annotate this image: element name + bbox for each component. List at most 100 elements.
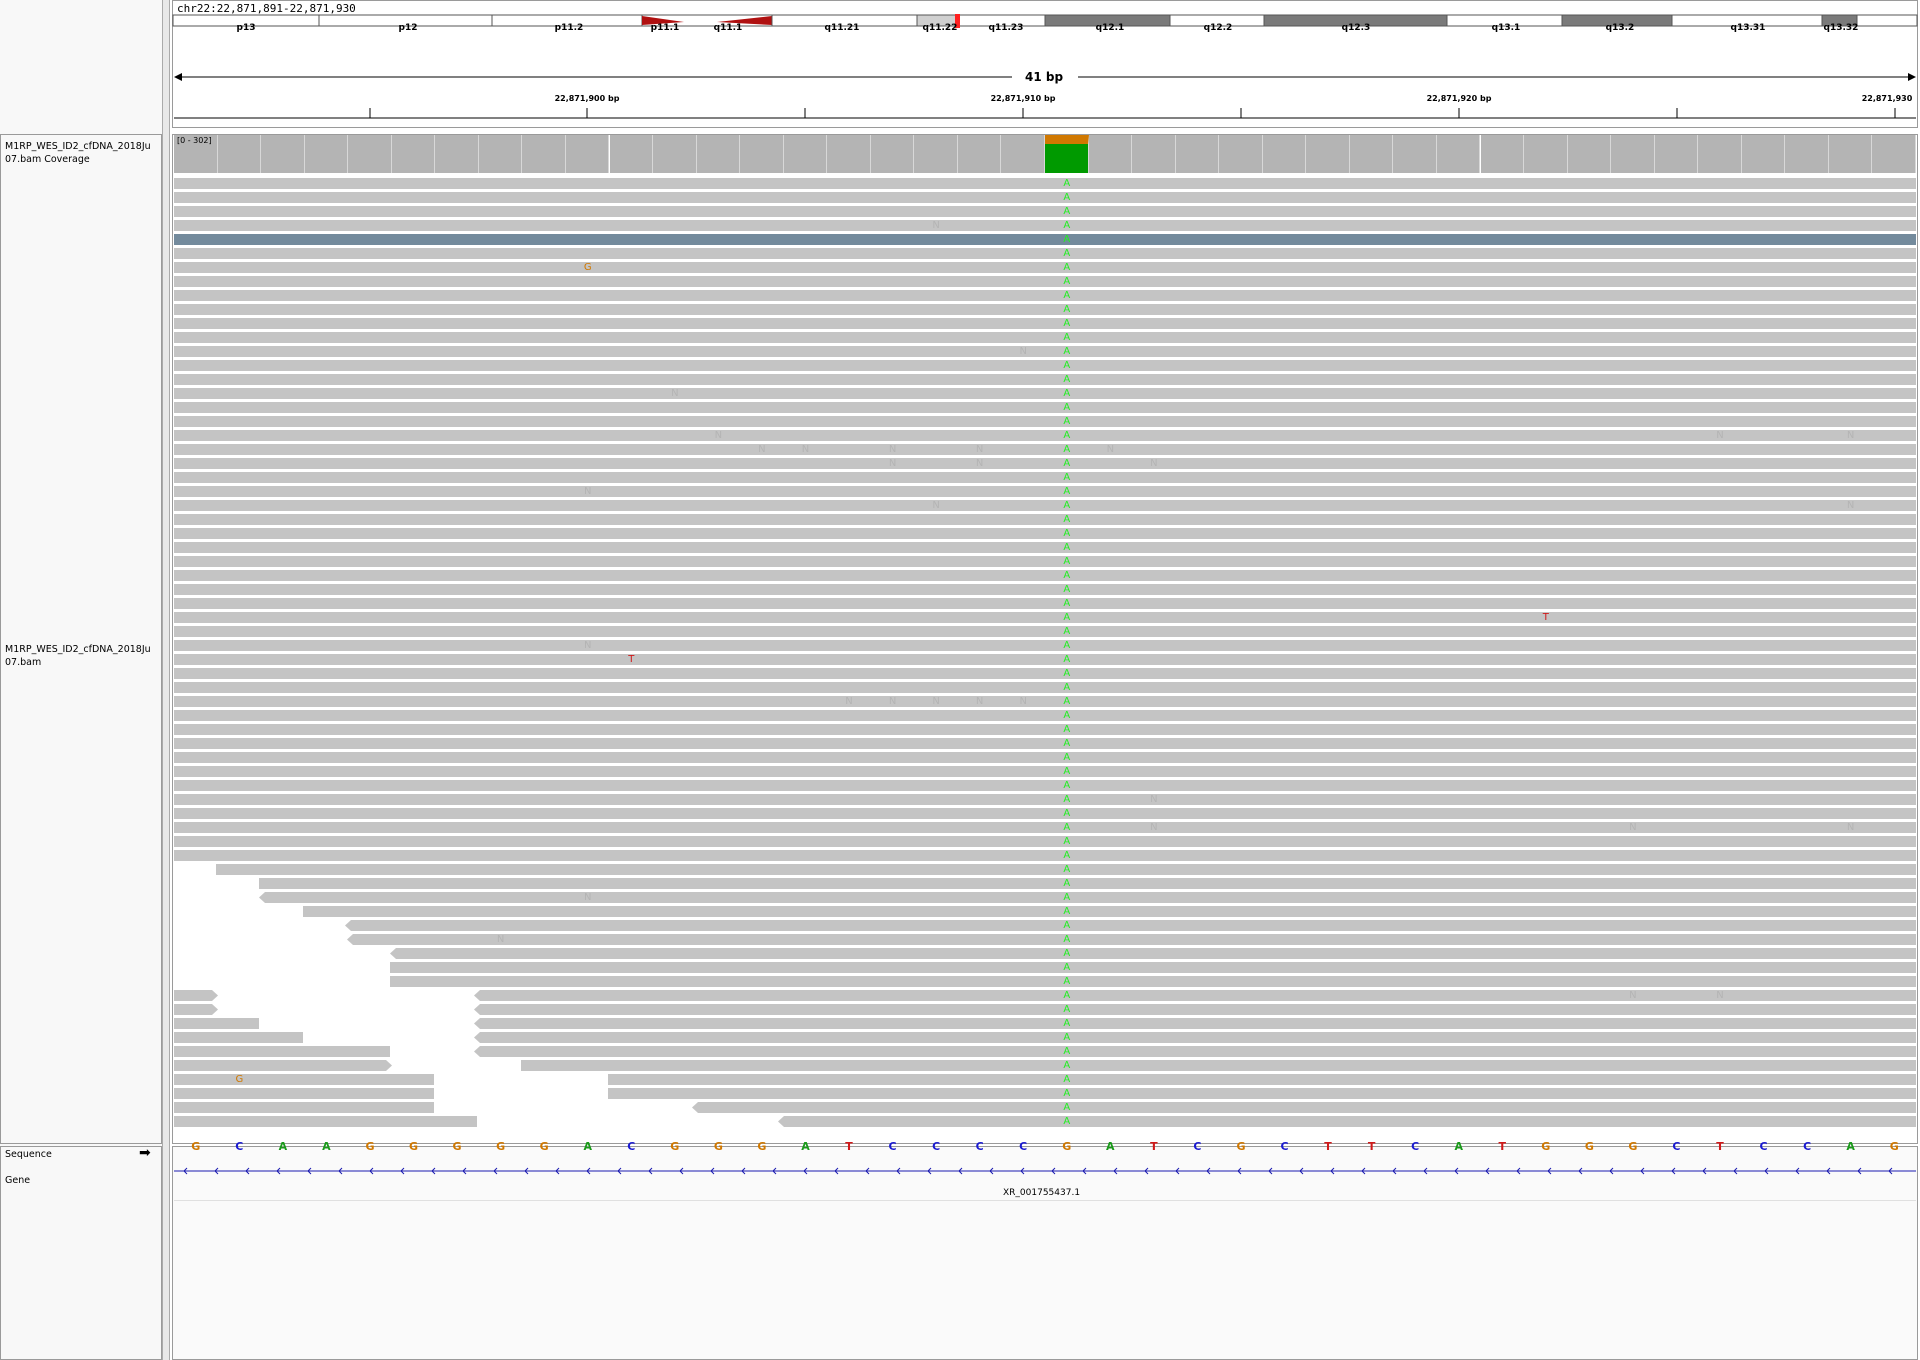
read[interactable] — [347, 934, 1916, 945]
read[interactable] — [174, 486, 1916, 497]
read[interactable] — [174, 836, 1916, 847]
n-base: N — [1106, 444, 1115, 455]
read[interactable] — [174, 654, 1916, 665]
sequence-base: G — [670, 1140, 680, 1153]
read[interactable] — [174, 374, 1916, 385]
sequence-base: T — [1324, 1140, 1332, 1153]
read[interactable] — [174, 584, 1916, 595]
read[interactable] — [174, 416, 1916, 427]
read[interactable] — [174, 318, 1916, 329]
read[interactable] — [474, 1046, 1916, 1057]
read[interactable] — [174, 514, 1916, 525]
gene-track-label[interactable]: Gene — [5, 1174, 30, 1187]
read[interactable] — [174, 1046, 390, 1057]
read[interactable] — [174, 738, 1916, 749]
read[interactable] — [174, 1102, 434, 1113]
read[interactable] — [174, 766, 1916, 777]
read[interactable] — [174, 290, 1916, 301]
read[interactable] — [174, 724, 1916, 735]
read[interactable] — [174, 682, 1916, 693]
read[interactable] — [174, 192, 1916, 203]
read[interactable] — [174, 808, 1916, 819]
gene-name[interactable]: XR_001755437.1 — [1003, 1188, 1080, 1198]
read[interactable] — [174, 346, 1916, 357]
read[interactable] — [174, 850, 1916, 861]
read[interactable] — [345, 920, 1916, 931]
read[interactable] — [259, 878, 1916, 889]
alignment-track-label[interactable]: M1RP_WES_ID2_cfDNA_2018Ju 07.bam — [5, 643, 151, 669]
n-base: N — [1150, 458, 1158, 469]
read[interactable] — [174, 500, 1916, 511]
read[interactable] — [174, 360, 1916, 371]
coverage-track-label[interactable]: M1RP_WES_ID2_cfDNA_2018Ju 07.bam Coverag… — [5, 140, 151, 166]
read[interactable] — [174, 1032, 303, 1043]
read[interactable] — [174, 262, 1916, 273]
read[interactable] — [390, 962, 1916, 973]
read[interactable] — [174, 822, 1916, 833]
strand-arrow-icon[interactable]: ➡ — [139, 1145, 151, 1161]
read[interactable] — [778, 1116, 1916, 1127]
read[interactable] — [474, 1018, 1916, 1029]
panel-divider[interactable] — [162, 0, 170, 1360]
variant-base: A — [1063, 556, 1071, 567]
read[interactable] — [174, 794, 1916, 805]
read[interactable] — [174, 640, 1916, 651]
read[interactable] — [174, 626, 1916, 637]
read[interactable] — [174, 206, 1916, 217]
read[interactable] — [174, 444, 1916, 455]
read[interactable] — [174, 556, 1916, 567]
read[interactable] — [390, 976, 1916, 987]
read[interactable] — [174, 696, 1916, 707]
read[interactable] — [174, 1060, 392, 1071]
read[interactable] — [174, 668, 1916, 679]
read[interactable] — [174, 1018, 259, 1029]
sequence-base: G — [191, 1140, 201, 1153]
read[interactable] — [174, 220, 1916, 231]
read[interactable] — [303, 906, 1916, 917]
mismatch-base: G — [583, 262, 592, 273]
read[interactable] — [608, 1088, 1916, 1099]
read[interactable] — [174, 304, 1916, 315]
read[interactable] — [692, 1102, 1916, 1113]
read[interactable] — [521, 1060, 1916, 1071]
read[interactable] — [474, 1004, 1916, 1015]
read[interactable] — [174, 402, 1916, 413]
read[interactable] — [390, 948, 1916, 959]
read[interactable] — [259, 892, 1916, 903]
read[interactable] — [174, 710, 1916, 721]
chromosome-ideogram[interactable] — [172, 14, 1918, 28]
read[interactable] — [174, 612, 1916, 623]
sequence-base: A — [583, 1140, 592, 1153]
variant-base: A — [1063, 472, 1071, 483]
read[interactable] — [174, 528, 1916, 539]
read[interactable] — [174, 780, 1916, 791]
read[interactable] — [174, 1074, 434, 1085]
sequence-base: C — [932, 1140, 941, 1153]
read[interactable] — [174, 332, 1916, 343]
read[interactable] — [174, 752, 1916, 763]
sequence-base: G — [1628, 1140, 1638, 1153]
read[interactable] — [174, 276, 1916, 287]
read[interactable] — [174, 472, 1916, 483]
read[interactable] — [174, 248, 1916, 259]
read[interactable] — [474, 1032, 1916, 1043]
read[interactable] — [174, 1088, 434, 1099]
read[interactable] — [474, 990, 1916, 1001]
ideogram-band-label: p11.1 — [650, 23, 680, 33]
read[interactable] — [174, 458, 1916, 469]
read[interactable] — [174, 598, 1916, 609]
read[interactable] — [608, 1074, 1916, 1085]
sequence-track-label[interactable]: Sequence — [5, 1148, 52, 1161]
read[interactable] — [174, 430, 1916, 441]
variant-base: A — [1063, 920, 1071, 931]
read[interactable] — [174, 178, 1916, 189]
read[interactable] — [174, 1004, 218, 1015]
read[interactable] — [174, 234, 1916, 245]
read[interactable] — [174, 388, 1916, 399]
read[interactable] — [174, 542, 1916, 553]
gene-feature-line[interactable] — [174, 1166, 1916, 1176]
read[interactable] — [174, 1116, 477, 1127]
read[interactable] — [174, 570, 1916, 581]
sequence-base: C — [1280, 1140, 1289, 1153]
read[interactable] — [174, 990, 218, 1001]
